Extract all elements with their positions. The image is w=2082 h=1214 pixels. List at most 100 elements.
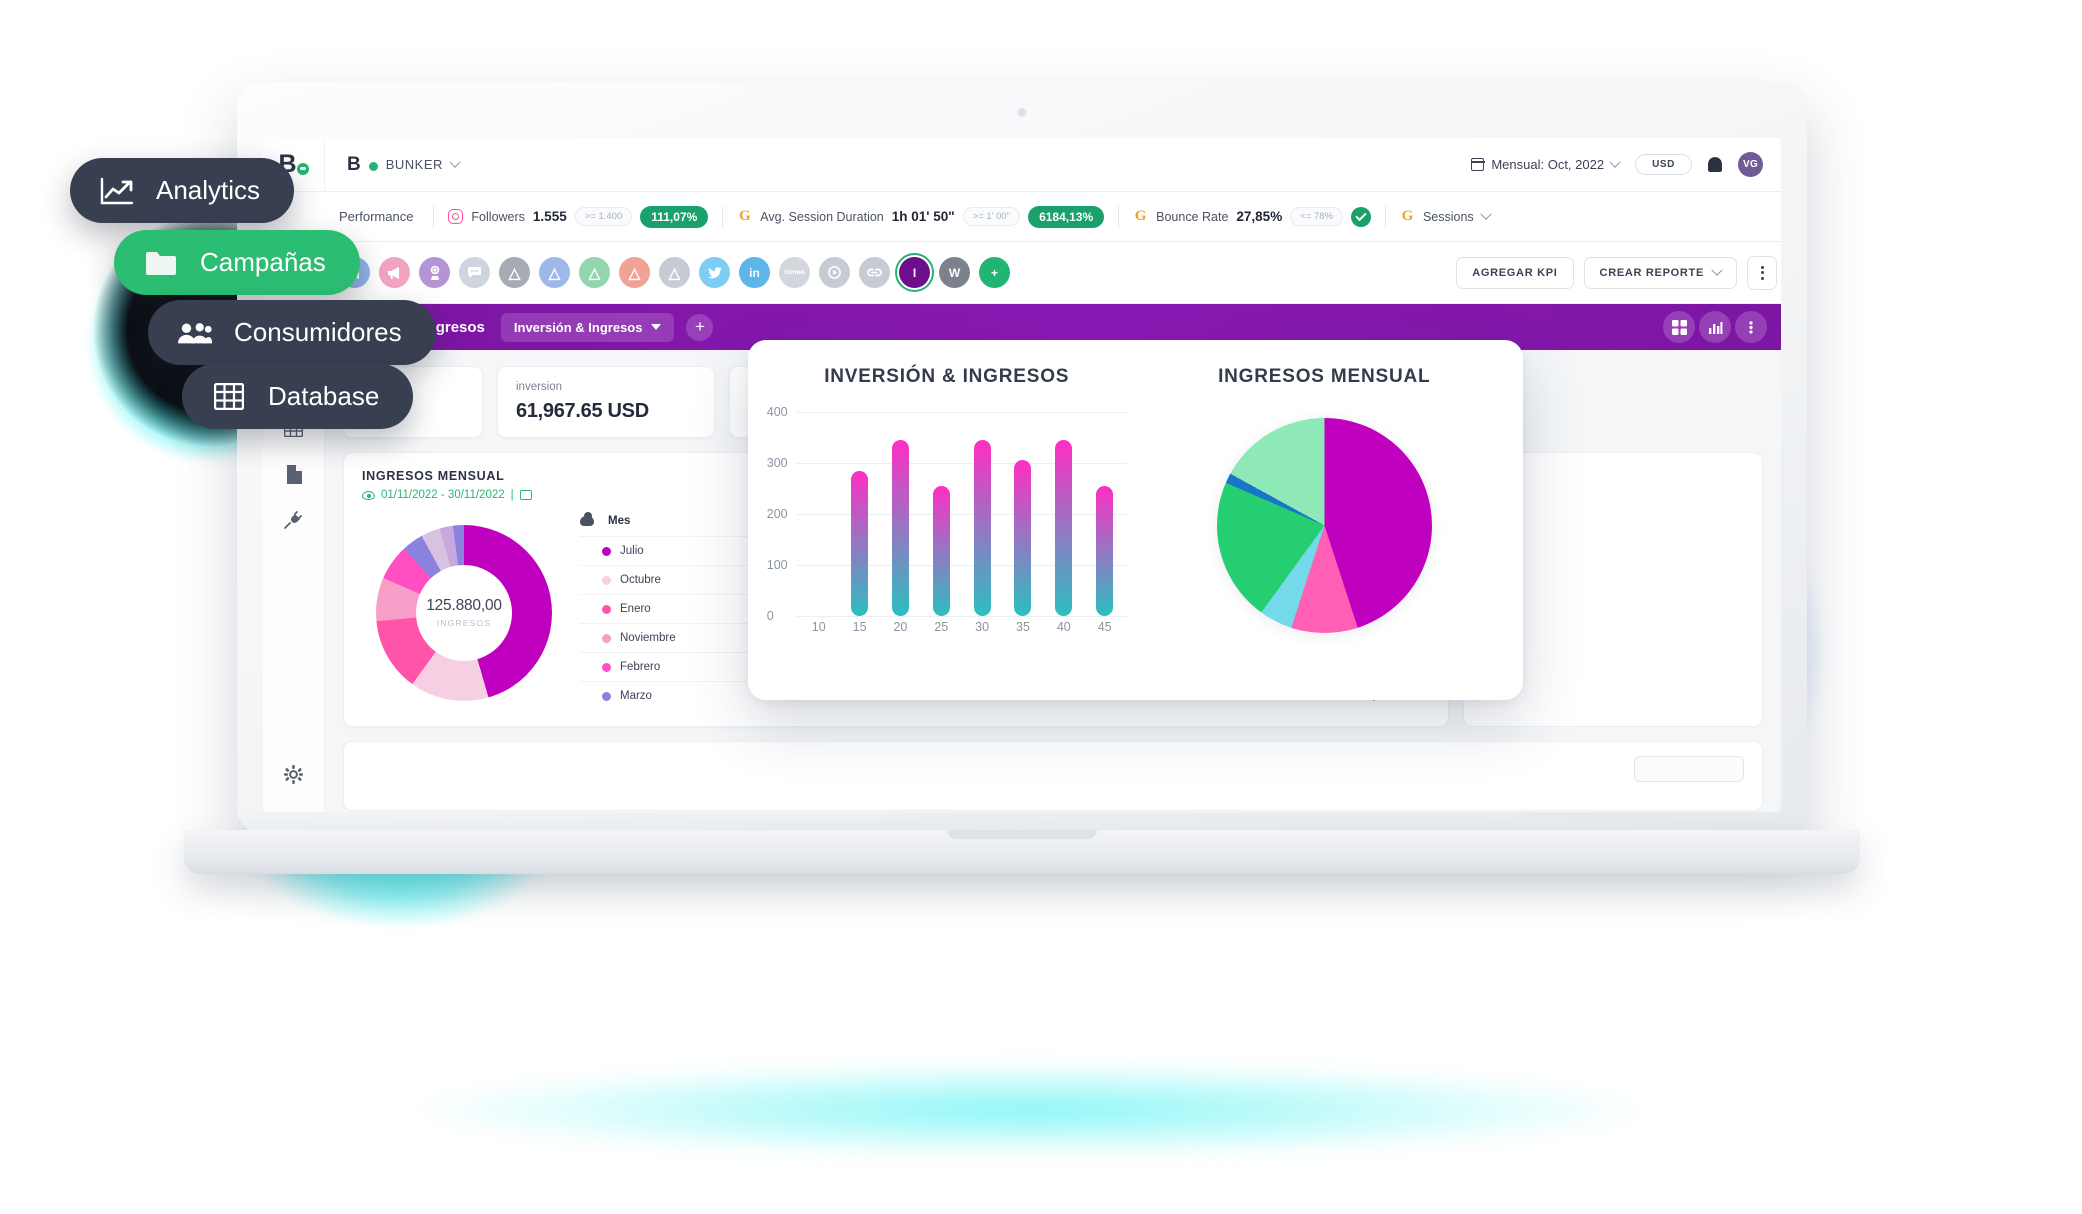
legend-label: Enero [620,603,651,615]
bar-slot [882,412,918,616]
donut-chart: 125.880,00 INGRESOS [376,525,552,701]
date-range-selector[interactable]: Mensual: Oct, 2022 [1471,157,1619,172]
x-axis-tick: 10 [801,620,837,642]
google-analytics-icon: G [1133,209,1148,224]
account-dot-icon [369,162,378,171]
bell-icon[interactable] [1708,157,1722,172]
bar[interactable] [851,471,868,616]
account-switcher[interactable]: B BUNKER [347,155,459,174]
legend-label: Octubre [620,574,661,586]
kpi-item-bounce-rate[interactable]: G Bounce Rate 27,85% <= 78% [1119,207,1385,227]
avatar[interactable]: VG [1738,152,1763,177]
legend-color-dot [602,634,611,643]
pie-chart-title: INGRESOS MENSUAL [1218,366,1430,388]
bar[interactable] [974,440,991,616]
bar-chart-title: INVERSIÓN & INGRESOS [824,366,1069,388]
bar[interactable] [1014,460,1031,616]
integration-link[interactable] [859,257,890,288]
create-report-button[interactable]: CREAR REPORTE [1584,257,1737,289]
kpi-value: 1h 01' 50" [892,209,955,224]
document-icon[interactable] [284,464,304,484]
currency-toggle[interactable]: USD [1635,154,1692,175]
bar[interactable] [933,486,950,616]
nav-pill-campanas[interactable]: Campañas [114,230,360,295]
laptop-notch [947,830,1097,839]
integration-ads-salmon[interactable]: △ [619,257,650,288]
integration-ads-blue[interactable]: △ [539,257,570,288]
view-selector[interactable]: Inversión & Ingresos [501,313,675,342]
x-axis-tick: 25 [923,620,959,642]
integration-ads-green[interactable]: △ [579,257,610,288]
x-axis-tick: 30 [964,620,1000,642]
table-grid-icon [212,382,246,412]
integration-icons: △ △ △ △ △ in Sizmek IW + [325,257,1010,288]
google-analytics-icon: G [737,209,752,224]
account-logo-letter: B [347,155,361,174]
integration-twitter[interactable] [699,257,730,288]
kpi-goal: >= 1.400 [575,207,633,226]
integration-ads-grey[interactable]: △ [499,257,530,288]
integration-ads-light-grey[interactable]: △ [659,257,690,288]
integration-sizmek[interactable]: Sizmek [779,257,810,288]
x-axis-tick: 40 [1046,620,1082,642]
integration-linkedin[interactable]: in [739,257,770,288]
legend-color-dot [602,576,611,585]
bottom-panel-button[interactable] [1634,756,1744,782]
stat-label: inversion [516,381,696,393]
x-axis: 1015202530354045 [801,620,1123,642]
integration-wordpress[interactable]: W [939,257,970,288]
chevron-down-icon [1711,264,1722,275]
folder-icon [144,248,178,278]
integration-audience-purple[interactable] [419,257,450,288]
report-actions: AGREGAR KPI CREAR REPORTE [1456,256,1781,290]
kpi-label: Followers [471,210,525,224]
x-axis-tick: 45 [1087,620,1123,642]
laptop-base [184,830,1860,874]
bar[interactable] [1096,486,1113,616]
chart-view-icon[interactable] [1699,311,1731,343]
cloud-download-icon[interactable] [580,516,594,526]
bar-series [801,412,1123,616]
nav-pill-consumidores[interactable]: Consumidores [148,300,436,365]
plug-icon[interactable] [284,510,304,530]
nav-pill-analytics[interactable]: Analytics [70,158,294,223]
chevron-down-icon[interactable] [1480,208,1491,219]
chevron-down-icon [651,324,661,330]
integration-selected-i[interactable]: I [899,257,930,288]
donut-center-value: 125.880,00 [426,597,502,615]
integration-add-integration[interactable]: + [979,257,1010,288]
nav-pill-database[interactable]: Database [182,364,413,429]
donut-center: 125.880,00 INGRESOS [416,565,512,661]
legend-color-dot [602,663,611,672]
more-options-icon[interactable] [1735,311,1767,343]
floating-chart-card: INVERSIÓN & INGRESOS 4003002001000101520… [748,340,1523,700]
stat-card-inversion[interactable]: inversion 61,967.65 USD [497,366,715,438]
nav-pill-label: Analytics [156,175,260,206]
kpi-label: Sessions [1423,210,1474,224]
header-actions: Mensual: Oct, 2022 USD VG [1471,152,1763,177]
integration-video-play[interactable] [819,257,850,288]
legend-label: Marzo [620,690,652,702]
legend-color-dot [602,547,611,556]
printer-icon[interactable] [520,490,532,500]
more-options-button[interactable] [1747,256,1777,290]
kpi-item-followers[interactable]: Followers 1.555 >= 1.400 111,07% [434,206,722,228]
nav-pill-label: Campañas [200,247,326,278]
bar[interactable] [1055,440,1072,616]
integration-chat-grey[interactable] [459,257,490,288]
integrations-row: △ △ △ △ △ in Sizmek IW + AGREGAR KPI CREAR REPOR… [263,242,1781,304]
bar[interactable] [892,440,909,616]
add-view-button[interactable]: + [686,314,713,341]
separator: | [511,489,514,501]
kpi-item-sessions[interactable]: G Sessions [1386,209,1504,224]
kpi-goal: >= 1' 00" [963,207,1020,226]
stat-value: 61,967.65 USD [516,400,696,423]
integration-megaphone-pink[interactable] [379,257,410,288]
grid-view-icon[interactable] [1663,311,1695,343]
gear-icon[interactable] [284,764,304,784]
donut-center-caption: INGRESOS [437,618,491,628]
kpi-label: Avg. Session Duration [760,210,883,224]
kpi-item-avg-session-duration[interactable]: G Avg. Session Duration 1h 01' 50" >= 1'… [723,206,1118,228]
bar-slot [842,412,878,616]
add-kpi-button[interactable]: AGREGAR KPI [1456,257,1573,289]
